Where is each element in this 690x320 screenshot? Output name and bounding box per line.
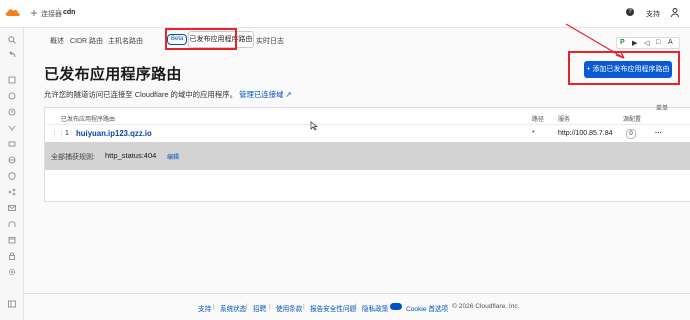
route-service: http://100.85.7.84: [558, 130, 613, 137]
toolbar-p-icon[interactable]: P: [620, 39, 625, 46]
email-icon[interactable]: [8, 204, 16, 212]
add-published-route-button[interactable]: + 添加已发布应用程序路由: [584, 61, 672, 78]
toolbar-box-icon[interactable]: □: [656, 39, 660, 46]
routes-table: 已发布应用程序路由 路径 服务 源配置 菜单 ⋮⋮ 1 huiyuan.ip12…: [44, 106, 690, 202]
gear-icon[interactable]: [8, 268, 16, 276]
toolbar-play-icon[interactable]: ▶: [632, 39, 637, 47]
footer-link-status[interactable]: 系统状态: [220, 303, 246, 313]
page-description: 允许您的隧道访问已连接至 Cloudflare 的域中的应用程序。 管理已连接域…: [44, 89, 292, 100]
shield-icon[interactable]: [8, 172, 16, 180]
footer-separator: |: [303, 303, 305, 310]
cloudflare-logo[interactable]: [5, 7, 21, 17]
catch-all-value: http_status:404: [105, 151, 157, 160]
workers-icon[interactable]: [8, 124, 16, 132]
search-icon[interactable]: [8, 36, 16, 44]
row-index: 1: [65, 130, 69, 137]
column-header-service: 服务: [558, 117, 571, 123]
footer-link-careers[interactable]: 招聘: [253, 303, 266, 313]
user-icon[interactable]: [671, 8, 679, 17]
tab-live-logs[interactable]: 实时日志: [256, 36, 284, 46]
tunnel-icon[interactable]: [8, 220, 16, 228]
tab-cidr-routes[interactable]: CIDR 路由: [70, 36, 103, 46]
footer-separator: |: [269, 303, 271, 310]
network-icon[interactable]: [8, 188, 16, 196]
help-icon[interactable]: ?: [626, 8, 634, 16]
lock-icon[interactable]: [8, 252, 16, 260]
toolbar-speaker-icon[interactable]: ◁: [644, 39, 649, 47]
collapse-sidebar-icon[interactable]: [8, 300, 16, 308]
footer-separator: |: [355, 303, 357, 310]
column-header-origin: 源配置: [623, 117, 642, 123]
footer-link-terms[interactable]: 使用条款: [276, 303, 302, 313]
floating-toolbar: P ▶ ◁ □ A: [616, 37, 680, 49]
description-text: 允许您的隧道访问已连接至 Cloudflare 的域中的应用程序。: [44, 90, 237, 99]
footer-link-report-security[interactable]: 报告安全性问题: [310, 303, 356, 313]
footer-link-cookie-preferences[interactable]: Cookie 首选项: [406, 303, 448, 313]
connector-icon: [31, 10, 37, 16]
catch-all-edit-link[interactable]: 编辑: [167, 152, 179, 161]
catch-all-label: 全部捕获规则:: [51, 154, 95, 161]
footer-copyright: © 2026 Cloudflare, Inc.: [452, 303, 520, 310]
footer-link-support[interactable]: 支持: [198, 303, 211, 313]
breadcrumb-current: cdn: [63, 9, 76, 16]
drag-handle-icon[interactable]: ⋮⋮: [51, 130, 65, 138]
mouse-cursor-icon: [310, 121, 318, 131]
storage-icon[interactable]: [8, 76, 16, 84]
footer-separator: |: [213, 303, 215, 310]
external-link-icon: ↗: [285, 90, 292, 99]
footer-separator: |: [246, 303, 248, 310]
column-header-path: 路径: [532, 117, 545, 123]
gateway-icon[interactable]: [8, 140, 16, 148]
clock-icon[interactable]: [8, 108, 16, 116]
cookie-toggle[interactable]: [390, 303, 402, 310]
footer: 支持 | 系统状态 | 招聘 | 使用条款 | 报告安全性问题 | 隐私政策 C…: [24, 293, 690, 320]
page-title: 已发布应用程序路由: [44, 66, 182, 83]
catch-all-rule: 全部捕获规则: http_status:404 编辑: [45, 142, 690, 170]
toolbar-text-icon[interactable]: A: [668, 39, 673, 46]
tab-overview[interactable]: 概述: [50, 36, 64, 46]
analytics-icon[interactable]: [8, 92, 16, 100]
highlight-box-tab: [165, 28, 237, 50]
route-hostname-link[interactable]: huiyuan.ip123.qzz.io: [76, 129, 152, 138]
table-row[interactable]: ⋮⋮ 1 huiyuan.ip123.qzz.io * http://100.8…: [45, 124, 690, 142]
main-content: 概述 CIDR 路由 主机名路由 Beta 已发布应用程序路由 实时日志 P ▶…: [24, 23, 690, 320]
tab-hostname-routes[interactable]: 主机名路由: [108, 36, 143, 46]
dns-icon[interactable]: [8, 156, 16, 164]
route-path: *: [532, 130, 535, 137]
support-link[interactable]: 支持: [646, 9, 660, 19]
manage-domains-link[interactable]: 管理已连接域: [239, 90, 283, 99]
origin-config-count: 0: [626, 129, 636, 139]
column-header-route: 已发布应用程序路由: [61, 117, 116, 123]
back-icon[interactable]: [8, 51, 16, 59]
sidebar: [0, 28, 24, 320]
footer-link-privacy[interactable]: 隐私政策: [362, 303, 388, 313]
column-header-menu: 菜单: [656, 106, 669, 112]
breadcrumb-separator: /: [57, 8, 59, 15]
more-actions-icon[interactable]: ···: [655, 130, 662, 137]
footer-separator: |: [445, 303, 447, 310]
calendar-icon[interactable]: [8, 236, 16, 244]
